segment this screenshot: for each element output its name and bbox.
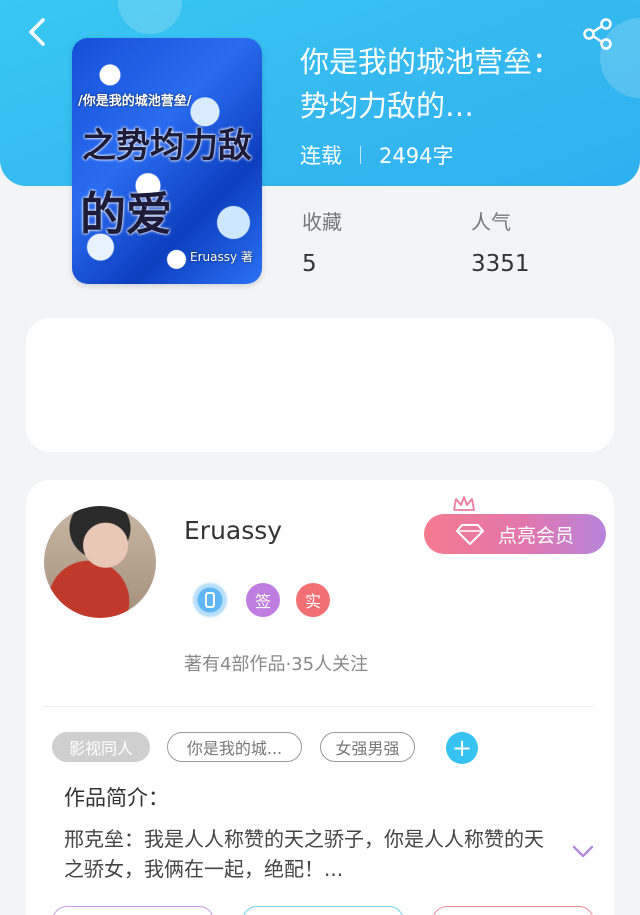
vip-button[interactable]: 点亮会员: [424, 514, 606, 554]
author-badges: 签 实: [192, 582, 330, 618]
add-tag-button[interactable]: +: [446, 732, 478, 764]
share-icon: [583, 18, 612, 50]
intro-title: 作品简介：: [64, 786, 169, 810]
popularity-label: 人气: [471, 210, 511, 234]
expand-intro-button[interactable]: [570, 838, 596, 864]
decor-bubble: [118, 0, 182, 34]
intro-text: 邢克垒：我是人人称赞的天之骄子，你是人人称赞的天之骄女，我俩在一起，绝配！...: [64, 827, 544, 881]
book-meta: 连载 2494字: [300, 140, 453, 170]
cover-title-line1: 之势均力敌: [82, 126, 252, 166]
vip-button-label: 点亮会员: [497, 524, 574, 547]
book-title: 你是我的城池营垒：势均力敌的…: [300, 45, 562, 123]
author-works-info: 著有4部作品·35人关注: [184, 654, 369, 675]
crown-icon: [453, 496, 475, 511]
cover-subtitle: /你是我的城池营垒/: [78, 94, 192, 109]
diamond-icon: [455, 524, 484, 545]
author-avatar[interactable]: [44, 506, 156, 618]
medal-icon[interactable]: [192, 582, 228, 618]
author-name[interactable]: Eruassy: [184, 516, 282, 545]
favorites-label: 收藏: [302, 210, 342, 234]
book-word-count: 2494字: [379, 144, 454, 168]
tag-trope[interactable]: 女强男强: [320, 732, 415, 762]
action-pill[interactable]: [242, 906, 404, 915]
book-cover[interactable]: /你是我的城池营垒/ 之势均力敌 的爱 Eruassy 著: [72, 38, 262, 284]
share-button[interactable]: [580, 16, 616, 52]
divider: [44, 706, 594, 707]
cover-author: Eruassy 著: [190, 250, 253, 264]
signed-badge[interactable]: 签: [246, 583, 280, 617]
tag-category[interactable]: 影视同人: [52, 732, 150, 762]
popularity-value: 3351: [471, 251, 530, 277]
meta-divider: [360, 146, 361, 164]
popularity-stat: 人气 3351: [471, 206, 530, 277]
action-pill[interactable]: [52, 906, 214, 915]
cover-title-line2: 的爱: [80, 187, 172, 241]
action-pill[interactable]: [432, 906, 594, 915]
chevron-left-icon: [29, 18, 45, 46]
tag-series[interactable]: 你是我的城...: [167, 732, 302, 762]
book-status: 连载: [300, 144, 342, 168]
blank-card: [26, 318, 614, 452]
chevron-down-icon: [572, 845, 594, 858]
verified-badge[interactable]: 实: [296, 583, 330, 617]
favorites-stat: 收藏 5: [302, 206, 342, 277]
back-button[interactable]: [20, 14, 56, 50]
favorites-value: 5: [302, 251, 317, 277]
